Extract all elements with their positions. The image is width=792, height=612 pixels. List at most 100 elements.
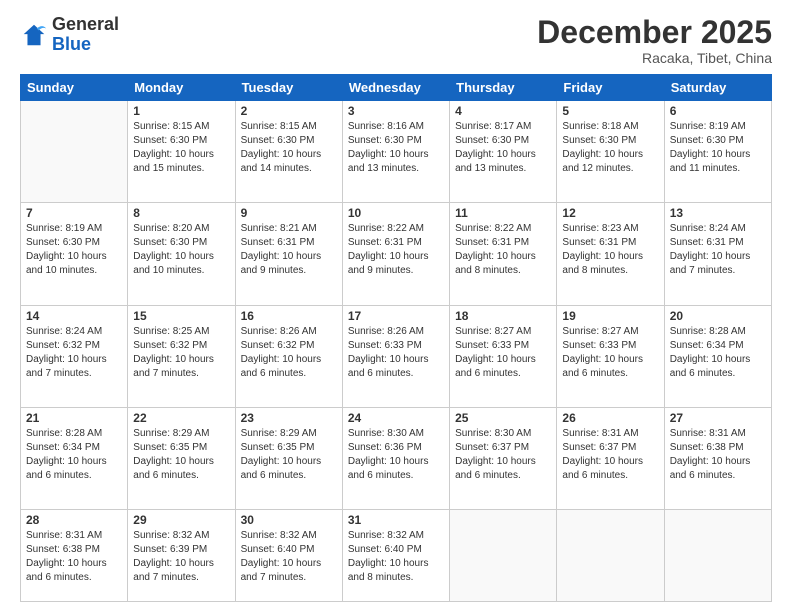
calendar-cell: 29 Sunrise: 8:32 AM Sunset: 6:39 PM Dayli… <box>128 510 235 602</box>
col-monday: Monday <box>128 75 235 101</box>
day-number: 6 <box>670 104 766 118</box>
day-info: Sunrise: 8:23 AM Sunset: 6:31 PM Dayligh… <box>562 222 658 278</box>
calendar-cell: 9Sunrise: 8:21 AM Sunset: 6:31 PM Daylig… <box>235 203 342 305</box>
calendar-week-2: 14Sunrise: 8:24 AM Sunset: 6:32 PM Dayli… <box>21 305 772 407</box>
day-info: Sunrise: 8:19 AM Sunset: 6:30 PM Dayligh… <box>670 120 766 176</box>
calendar-cell: 12 Sunrise: 8:23 AM Sunset: 6:31 PM Dayli… <box>557 203 664 305</box>
day-number: 30 <box>241 513 337 527</box>
day-info: Sunrise: 8:19 AM Sunset: 6:30 PM Dayligh… <box>26 222 122 278</box>
calendar-cell: 18Sunrise: 8:27 AM Sunset: 6:33 PM Dayli… <box>450 305 557 407</box>
day-number: 26 <box>562 411 658 425</box>
calendar-cell: 8Sunrise: 8:20 AM Sunset: 6:30 PM Daylig… <box>128 203 235 305</box>
calendar-cell <box>664 510 771 602</box>
month-title: December 2025 <box>537 15 772 50</box>
day-number: 13 <box>670 206 766 220</box>
day-number: 4 <box>455 104 551 118</box>
calendar-header-row: Sunday Monday Tuesday Wednesday Thursday… <box>21 75 772 101</box>
day-number: 15 <box>133 309 229 323</box>
day-info: Sunrise: 8:28 AM Sunset: 6:34 PM Dayligh… <box>670 325 766 381</box>
day-number: 3 <box>348 104 444 118</box>
col-tuesday: Tuesday <box>235 75 342 101</box>
calendar-cell: 23 Sunrise: 8:29 AM Sunset: 6:35 PM Dayli… <box>235 407 342 509</box>
calendar-cell: 28 Sunrise: 8:31 AM Sunset: 6:38 PM Dayli… <box>21 510 128 602</box>
day-number: 23 <box>241 411 337 425</box>
day-number: 21 <box>26 411 122 425</box>
day-info: Sunrise: 8:32 AM Sunset: 6:39 PM Dayligh… <box>133 529 229 585</box>
day-number: 10 <box>348 206 444 220</box>
calendar-week-3: 21 Sunrise: 8:28 AM Sunset: 6:34 PM Dayli… <box>21 407 772 509</box>
calendar-cell: 2 Sunrise: 8:15 AM Sunset: 6:30 PM Daylig… <box>235 101 342 203</box>
col-wednesday: Wednesday <box>342 75 449 101</box>
day-info: Sunrise: 8:30 AM Sunset: 6:37 PM Dayligh… <box>455 427 551 483</box>
day-info: Sunrise: 8:31 AM Sunset: 6:38 PM Dayligh… <box>26 529 122 585</box>
calendar-cell: 22Sunrise: 8:29 AM Sunset: 6:35 PM Dayli… <box>128 407 235 509</box>
calendar-cell: 26 Sunrise: 8:31 AM Sunset: 6:37 PM Dayli… <box>557 407 664 509</box>
calendar-cell: 19 Sunrise: 8:27 AM Sunset: 6:33 PM Dayli… <box>557 305 664 407</box>
day-info: Sunrise: 8:24 AM Sunset: 6:31 PM Dayligh… <box>670 222 766 278</box>
day-number: 12 <box>562 206 658 220</box>
calendar-cell: 11Sunrise: 8:22 AM Sunset: 6:31 PM Dayli… <box>450 203 557 305</box>
location: Racaka, Tibet, China <box>537 50 772 66</box>
calendar-cell <box>21 101 128 203</box>
day-number: 31 <box>348 513 444 527</box>
day-number: 9 <box>241 206 337 220</box>
calendar-cell: 30 Sunrise: 8:32 AM Sunset: 6:40 PM Dayli… <box>235 510 342 602</box>
calendar-cell: 3 Sunrise: 8:16 AM Sunset: 6:30 PM Daylig… <box>342 101 449 203</box>
day-info: Sunrise: 8:16 AM Sunset: 6:30 PM Dayligh… <box>348 120 444 176</box>
calendar-cell: 5Sunrise: 8:18 AM Sunset: 6:30 PM Daylig… <box>557 101 664 203</box>
calendar-cell: 24Sunrise: 8:30 AM Sunset: 6:36 PM Dayli… <box>342 407 449 509</box>
day-info: Sunrise: 8:31 AM Sunset: 6:38 PM Dayligh… <box>670 427 766 483</box>
calendar-week-1: 7 Sunrise: 8:19 AM Sunset: 6:30 PM Daylig… <box>21 203 772 305</box>
day-info: Sunrise: 8:32 AM Sunset: 6:40 PM Dayligh… <box>241 529 337 585</box>
day-info: Sunrise: 8:29 AM Sunset: 6:35 PM Dayligh… <box>241 427 337 483</box>
day-info: Sunrise: 8:32 AM Sunset: 6:40 PM Dayligh… <box>348 529 444 585</box>
calendar-cell: 20Sunrise: 8:28 AM Sunset: 6:34 PM Dayli… <box>664 305 771 407</box>
calendar-cell: 13 Sunrise: 8:24 AM Sunset: 6:31 PM Dayli… <box>664 203 771 305</box>
calendar-cell <box>450 510 557 602</box>
day-number: 19 <box>562 309 658 323</box>
day-info: Sunrise: 8:28 AM Sunset: 6:34 PM Dayligh… <box>26 427 122 483</box>
calendar-week-4: 28 Sunrise: 8:31 AM Sunset: 6:38 PM Dayli… <box>21 510 772 602</box>
calendar-cell: 21 Sunrise: 8:28 AM Sunset: 6:34 PM Dayli… <box>21 407 128 509</box>
calendar-cell: 15 Sunrise: 8:25 AM Sunset: 6:32 PM Dayli… <box>128 305 235 407</box>
day-info: Sunrise: 8:31 AM Sunset: 6:37 PM Dayligh… <box>562 427 658 483</box>
day-info: Sunrise: 8:27 AM Sunset: 6:33 PM Dayligh… <box>562 325 658 381</box>
day-info: Sunrise: 8:22 AM Sunset: 6:31 PM Dayligh… <box>348 222 444 278</box>
calendar-cell: 10 Sunrise: 8:22 AM Sunset: 6:31 PM Dayli… <box>342 203 449 305</box>
day-info: Sunrise: 8:26 AM Sunset: 6:33 PM Dayligh… <box>348 325 444 381</box>
day-info: Sunrise: 8:27 AM Sunset: 6:33 PM Dayligh… <box>455 325 551 381</box>
col-friday: Friday <box>557 75 664 101</box>
day-number: 16 <box>241 309 337 323</box>
logo-icon <box>20 21 48 49</box>
day-info: Sunrise: 8:25 AM Sunset: 6:32 PM Dayligh… <box>133 325 229 381</box>
day-info: Sunrise: 8:15 AM Sunset: 6:30 PM Dayligh… <box>133 120 229 176</box>
calendar-cell <box>557 510 664 602</box>
day-number: 25 <box>455 411 551 425</box>
col-saturday: Saturday <box>664 75 771 101</box>
day-number: 1 <box>133 104 229 118</box>
day-number: 11 <box>455 206 551 220</box>
day-info: Sunrise: 8:20 AM Sunset: 6:30 PM Dayligh… <box>133 222 229 278</box>
day-number: 17 <box>348 309 444 323</box>
calendar-cell: 1 Sunrise: 8:15 AM Sunset: 6:30 PM Daylig… <box>128 101 235 203</box>
calendar-cell: 31 Sunrise: 8:32 AM Sunset: 6:40 PM Dayli… <box>342 510 449 602</box>
calendar-week-0: 1 Sunrise: 8:15 AM Sunset: 6:30 PM Daylig… <box>21 101 772 203</box>
calendar-cell: 14Sunrise: 8:24 AM Sunset: 6:32 PM Dayli… <box>21 305 128 407</box>
day-number: 29 <box>133 513 229 527</box>
col-sunday: Sunday <box>21 75 128 101</box>
day-info: Sunrise: 8:29 AM Sunset: 6:35 PM Dayligh… <box>133 427 229 483</box>
day-number: 2 <box>241 104 337 118</box>
col-thursday: Thursday <box>450 75 557 101</box>
day-number: 27 <box>670 411 766 425</box>
day-number: 28 <box>26 513 122 527</box>
calendar-cell: 7 Sunrise: 8:19 AM Sunset: 6:30 PM Daylig… <box>21 203 128 305</box>
page: General Blue December 2025 Racaka, Tibet… <box>0 0 792 612</box>
header: General Blue December 2025 Racaka, Tibet… <box>20 15 772 66</box>
logo: General Blue <box>20 15 119 55</box>
calendar-table: Sunday Monday Tuesday Wednesday Thursday… <box>20 74 772 602</box>
calendar-cell: 27 Sunrise: 8:31 AM Sunset: 6:38 PM Dayli… <box>664 407 771 509</box>
day-number: 14 <box>26 309 122 323</box>
day-number: 5 <box>562 104 658 118</box>
day-number: 7 <box>26 206 122 220</box>
day-info: Sunrise: 8:15 AM Sunset: 6:30 PM Dayligh… <box>241 120 337 176</box>
